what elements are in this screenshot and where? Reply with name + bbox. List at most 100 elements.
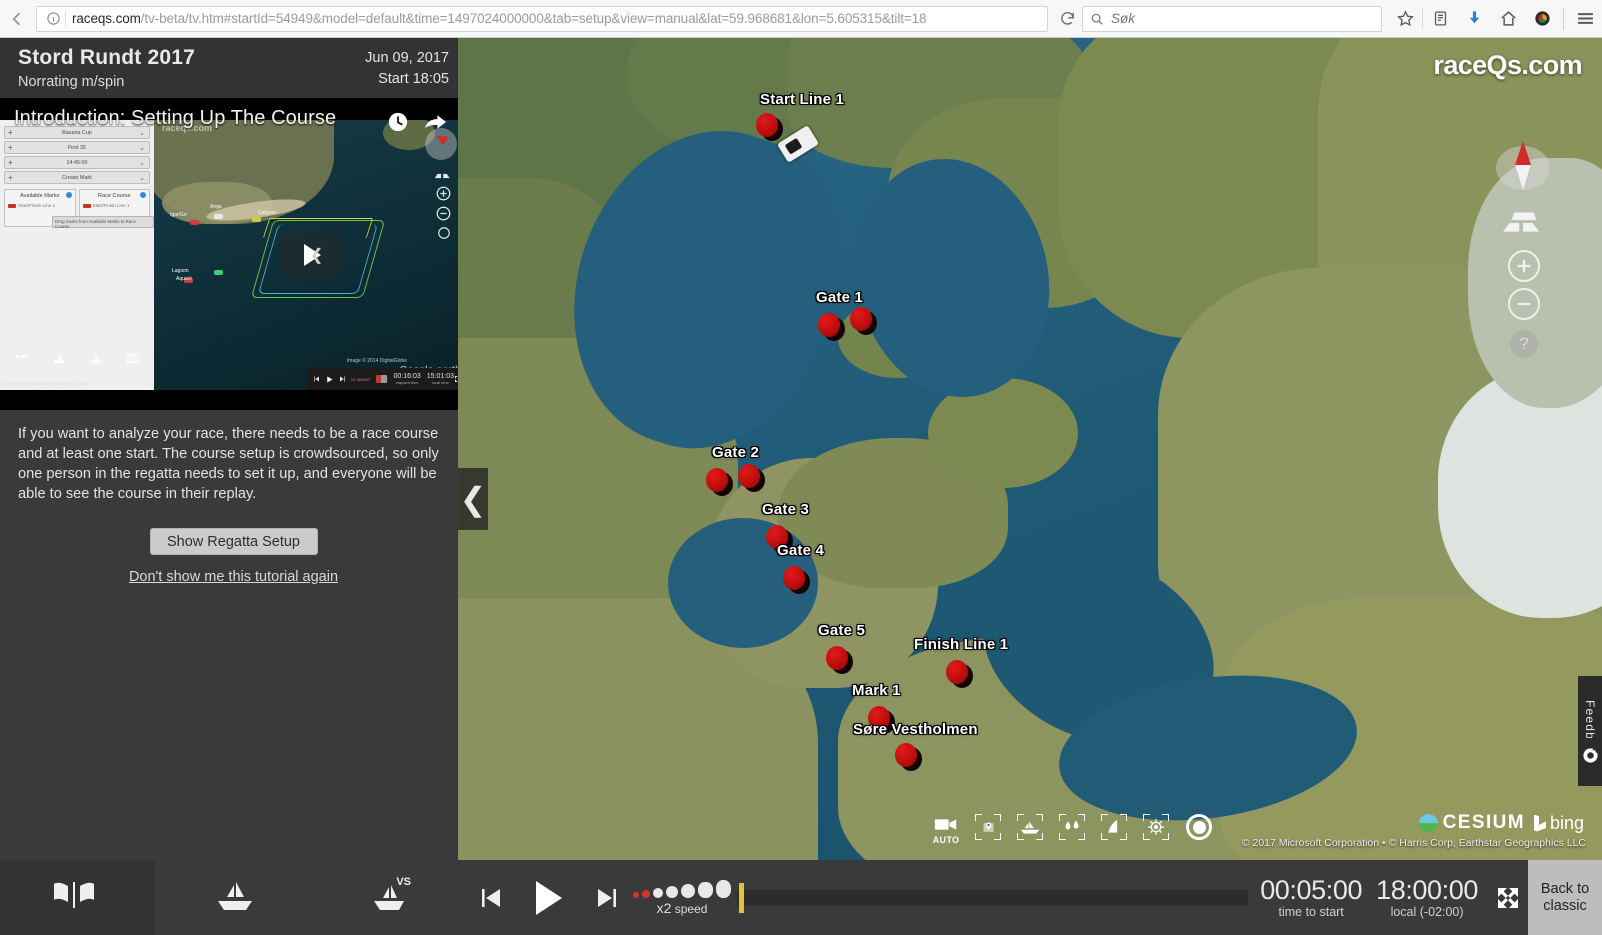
reload-icon[interactable] [1052, 4, 1082, 34]
row-caret: ⌄ [139, 174, 145, 182]
speed-word: speed [674, 901, 708, 916]
camera-toolbar[interactable]: AUTO [928, 808, 1212, 846]
buoy-icon [738, 464, 765, 494]
column-item: Start/Finish Line 1 [82, 203, 147, 208]
video-play-icon [327, 376, 333, 382]
zoom-in-control[interactable] [1508, 250, 1540, 282]
row-label: Create Mark [62, 174, 92, 181]
help-label: ? [1519, 334, 1529, 353]
library-icon[interactable] [1423, 2, 1457, 36]
zoom-out-control[interactable] [1508, 288, 1540, 320]
speed-label: x2 speed [657, 900, 708, 916]
boat-view-icon[interactable] [1012, 810, 1048, 844]
mark-label: Gate 5 [818, 622, 866, 639]
buoy-icon [818, 313, 845, 343]
boat-vs-icon [91, 353, 101, 364]
video-speed-label: x1 speed [351, 376, 370, 382]
tilt-control[interactable] [1500, 210, 1548, 236]
video-map-area: raceqs.com Igor/Go Anga Calypso Lagoon A… [154, 120, 467, 390]
video-caption: raceqs.com/tv-beta/tv.htm Heading To Sta… [2, 381, 89, 386]
row-caret: ⌄ [139, 144, 145, 152]
timeline-cursor[interactable] [739, 882, 744, 913]
video-local-label: local time [431, 380, 449, 385]
bing-label: bing [1549, 812, 1584, 833]
mark-label: Søre Vestholmen [853, 721, 978, 738]
back-to-classic-line2: classic [1543, 897, 1587, 914]
buoy-icon [706, 468, 733, 498]
home-icon[interactable] [1491, 2, 1525, 36]
page-info-icon[interactable] [43, 10, 63, 28]
feedback-camera-icon[interactable] [1578, 738, 1602, 772]
back-to-classic-button[interactable]: Back to classic [1528, 860, 1602, 935]
flags-icon[interactable] [52, 880, 96, 915]
app-page: Stord Rundt 2017 Norrating m/spin Jun 09… [0, 38, 1602, 935]
tutorial-text: If you want to analyze your race, there … [18, 426, 439, 502]
account-icon[interactable] [1525, 2, 1559, 36]
downloads-icon[interactable] [1457, 2, 1491, 36]
toolbar-divider-2 [1563, 7, 1564, 30]
menu-icon[interactable] [1568, 2, 1602, 36]
mark-label: Gate 1 [816, 289, 864, 306]
wind-drops-icon[interactable] [1054, 810, 1090, 844]
column-header: Available Marks [5, 190, 75, 199]
mark-label: Start Line 1 [760, 91, 845, 108]
buoy-icon [826, 646, 853, 676]
sail-icon[interactable] [1096, 810, 1132, 844]
time-readouts: 00:05:00 time to start 18:00:00 local (-… [1260, 876, 1478, 919]
search-input[interactable] [1111, 11, 1374, 26]
video-boat-label: Aquarii [176, 276, 192, 282]
mark-label: Gate 4 [777, 542, 825, 559]
speed-dots[interactable] [633, 879, 731, 898]
boat-icon[interactable] [207, 860, 263, 935]
browser-toolbar: raceqs.com/tv-beta/tv.htm#startId=54949&… [0, 0, 1602, 38]
video-bottom-icons [4, 346, 150, 370]
map-view[interactable]: raceQs.com Start Line 1 Gate 1 Gate 2 Ga… [458, 38, 1602, 860]
tutorial-panel: If you want to analyze your race, there … [0, 410, 467, 585]
map-pin-icon[interactable] [970, 810, 1006, 844]
cesium-label: CESIUM [1442, 812, 1525, 833]
video-boat [190, 220, 199, 225]
share-icon[interactable] [424, 111, 447, 136]
local-time-label: local (-02:00) [1390, 904, 1464, 919]
compass-control[interactable] [1496, 138, 1550, 196]
video-boat-label: Calypso [258, 210, 277, 216]
buoy-icon [756, 113, 783, 143]
mark-label: Mark 1 [852, 682, 901, 699]
map-copyright: © 2017 Microsoft Corporation • © Harris … [1241, 837, 1586, 849]
buoy-icon [850, 307, 877, 337]
help-dot-icon [140, 192, 146, 198]
video-time-readout: 00:16:03 elapsed time 15:01:03 local time [394, 373, 455, 385]
bookmark-star-icon[interactable] [1388, 2, 1422, 36]
show-regatta-setup-button[interactable]: Show Regatta Setup [149, 528, 318, 555]
left-panel: Stord Rundt 2017 Norrating m/spin Jun 09… [0, 38, 467, 860]
back-arrow-icon[interactable] [0, 2, 34, 36]
step-back-button[interactable] [465, 860, 521, 935]
map-attribution-logos: CESIUM bing [1418, 812, 1584, 834]
speed-control[interactable]: x2 speed [633, 860, 731, 935]
timeline-scrubber[interactable] [737, 882, 1249, 913]
camera-toggle-icon[interactable] [1186, 814, 1212, 840]
step-forward-button[interactable] [577, 860, 633, 935]
help-control[interactable]: ? [1510, 330, 1538, 358]
video-boat-label: Lagoon [172, 268, 189, 274]
address-bar[interactable]: raceqs.com/tv-beta/tv.htm#startId=54949&… [36, 5, 1048, 32]
search-bar[interactable] [1082, 5, 1382, 32]
mark-label: Gate 3 [762, 501, 810, 518]
dismiss-tutorial-link[interactable]: Don't show me this tutorial again [18, 569, 449, 585]
video-local: 15:01:03 [426, 373, 454, 380]
play-button[interactable] [521, 860, 577, 935]
race-header: Stord Rundt 2017 Norrating m/spin Jun 09… [0, 38, 467, 98]
tutorial-video[interactable]: Introduction: Setting Up The Course + Bav… [0, 98, 467, 410]
video-form-column: + Bavaria Cup ⌄ + First 35 ⌄ +14:45:00 ⌄ + Cre… [0, 120, 154, 390]
helm-wheel-icon[interactable] [1138, 810, 1174, 844]
boat-vs-icon[interactable]: VS [363, 860, 419, 935]
video-boat [252, 217, 261, 222]
raceqs-logo: raceQs.com [1433, 50, 1582, 80]
camera-auto-icon[interactable]: AUTO [928, 810, 964, 845]
clock-icon[interactable] [387, 111, 409, 138]
fullscreen-icon[interactable] [1488, 860, 1528, 935]
playback-bar: VS x2 speed 00:05:00 time to start 18:00… [0, 860, 1602, 935]
video-boat-label: Igor/Go [170, 212, 187, 218]
video-elapsed: 00:16:03 [393, 373, 421, 380]
panel-collapse-button[interactable]: ❮ [458, 468, 488, 530]
